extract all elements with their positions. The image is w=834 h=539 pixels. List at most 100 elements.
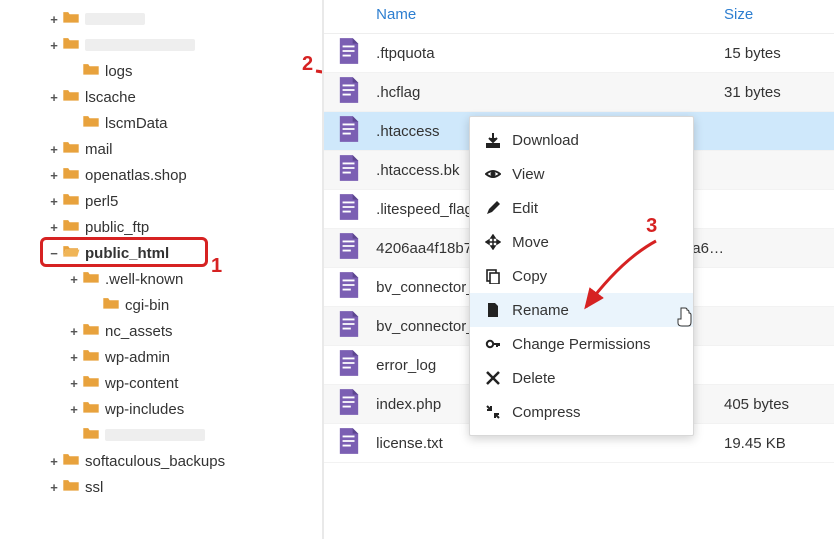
- file-icon: [324, 77, 376, 107]
- file-icon: [324, 350, 376, 380]
- context-menu-label: Move: [512, 234, 549, 251]
- tree-item-wp-includes[interactable]: + wp-includes: [10, 396, 322, 422]
- context-menu-label: View: [512, 166, 544, 183]
- tree-item-wp-admin[interactable]: + wp-admin: [10, 344, 322, 370]
- context-menu-compress[interactable]: Compress: [470, 395, 693, 429]
- context-menu-move[interactable]: Move: [470, 225, 693, 259]
- folder-icon: [82, 270, 105, 288]
- pencil-icon: [484, 199, 502, 217]
- file-name: .ftpquota: [376, 45, 724, 62]
- context-menu-download[interactable]: Download: [470, 123, 693, 157]
- redacted-folder: [85, 13, 145, 25]
- tree-toggle-icon[interactable]: +: [68, 402, 80, 417]
- context-menu-label: Compress: [512, 404, 580, 421]
- context-menu-label: Rename: [512, 302, 569, 319]
- column-size[interactable]: Size: [724, 0, 834, 33]
- file-list-panel: Name Size .ftpquota15 bytes.hcflag31 byt…: [322, 0, 834, 539]
- column-name[interactable]: Name: [324, 0, 724, 33]
- context-menu-edit[interactable]: Edit: [470, 191, 693, 225]
- tree-item-.well-known[interactable]: + .well-known: [10, 266, 322, 292]
- file-name: license.txt: [376, 435, 724, 452]
- tree-item-label: nc_assets: [105, 323, 173, 340]
- tree-item-cgi-bin[interactable]: cgi-bin: [10, 292, 322, 318]
- context-menu: Download View Edit Move Copy Rename Change Per…: [469, 116, 694, 436]
- folder-tree-panel: + + logs + lscache lscmData + mail + openatlas.sh…: [0, 0, 322, 539]
- tree-item-blank[interactable]: +: [10, 32, 322, 58]
- folder-icon: [82, 374, 105, 392]
- tree-toggle-icon[interactable]: +: [48, 220, 60, 235]
- file-row[interactable]: .hcflag31 bytes: [324, 73, 834, 112]
- file-icon: [324, 155, 376, 185]
- tree-toggle-icon[interactable]: +: [48, 454, 60, 469]
- context-menu-rename[interactable]: Rename: [470, 293, 693, 327]
- tree-toggle-icon[interactable]: +: [48, 480, 60, 495]
- file-icon: [324, 233, 376, 263]
- file-icon: [324, 272, 376, 302]
- tree-item-softaculous_backups[interactable]: + softaculous_backups: [10, 448, 322, 474]
- tree-toggle-icon[interactable]: +: [68, 350, 80, 365]
- tree-item-public_ftp[interactable]: +public_ftp: [10, 214, 322, 240]
- tree-item-lscmData[interactable]: lscmData: [10, 110, 322, 136]
- folder-icon: [62, 478, 85, 496]
- file-size: 405 bytes: [724, 396, 834, 413]
- tree-item-blank[interactable]: [10, 422, 322, 448]
- download-icon: [484, 131, 502, 149]
- tree-item-label: cgi-bin: [125, 297, 169, 314]
- context-menu-copy[interactable]: Copy: [470, 259, 693, 293]
- tree-item-nc_assets[interactable]: + nc_assets: [10, 318, 322, 344]
- tree-item-label: openatlas.shop: [85, 167, 187, 184]
- context-menu-delete[interactable]: Delete: [470, 361, 693, 395]
- tree-item-perl5[interactable]: +perl5: [10, 188, 322, 214]
- compress-icon: [484, 403, 502, 421]
- tree-item-label: wp-admin: [105, 349, 170, 366]
- tree-item-lscache[interactable]: + lscache: [10, 84, 322, 110]
- tree-item-public_html[interactable]: − public_html: [10, 240, 322, 266]
- file-icon: [324, 116, 376, 146]
- tree-item-label: ssl: [85, 479, 103, 496]
- file-size: 15 bytes: [724, 45, 834, 62]
- tree-toggle-icon[interactable]: +: [68, 376, 80, 391]
- tree-item-label: public_html: [85, 245, 169, 262]
- file-row[interactable]: .ftpquota15 bytes: [324, 34, 834, 73]
- folder-icon: [62, 140, 85, 158]
- folder-icon: [62, 10, 85, 28]
- tree-item-blank[interactable]: +: [10, 6, 322, 32]
- tree-item-ssl[interactable]: + ssl: [10, 474, 322, 500]
- tree-item-label: softaculous_backups: [85, 453, 225, 470]
- folder-icon: [82, 348, 105, 366]
- tree-toggle-icon[interactable]: +: [48, 194, 60, 209]
- folder-icon: [62, 88, 85, 106]
- tree-toggle-icon[interactable]: +: [48, 90, 60, 105]
- tree-item-wp-content[interactable]: +wp-content: [10, 370, 322, 396]
- file-size: 19.45 KB: [724, 435, 834, 452]
- context-menu-view[interactable]: View: [470, 157, 693, 191]
- tree-toggle-icon[interactable]: +: [48, 38, 60, 53]
- tree-item-label: lscache: [85, 89, 136, 106]
- tree-toggle-icon[interactable]: −: [48, 246, 60, 261]
- context-menu-label: Copy: [512, 268, 547, 285]
- tree-item-mail[interactable]: + mail: [10, 136, 322, 162]
- folder-icon: [62, 192, 85, 210]
- tree-toggle-icon[interactable]: +: [48, 168, 60, 183]
- context-menu-change-permissions[interactable]: Change Permissions: [470, 327, 693, 361]
- file-size: 31 bytes: [724, 84, 834, 101]
- file-name: .hcflag: [376, 84, 724, 101]
- tree-item-label: .well-known: [105, 271, 183, 288]
- redacted-folder: [85, 39, 195, 51]
- tree-toggle-icon[interactable]: +: [48, 142, 60, 157]
- eye-icon: [484, 165, 502, 183]
- folder-icon: [62, 166, 85, 184]
- context-menu-label: Change Permissions: [512, 336, 650, 353]
- tree-item-label: wp-includes: [105, 401, 184, 418]
- tree-item-label: mail: [85, 141, 113, 158]
- tree-toggle-icon[interactable]: +: [68, 324, 80, 339]
- move-icon: [484, 233, 502, 251]
- tree-item-logs[interactable]: logs: [10, 58, 322, 84]
- folder-icon: [82, 400, 105, 418]
- copy-icon: [484, 267, 502, 285]
- folder-icon: [82, 322, 105, 340]
- tree-toggle-icon[interactable]: +: [48, 12, 60, 27]
- tree-item-openatlas.shop[interactable]: + openatlas.shop: [10, 162, 322, 188]
- tree-toggle-icon[interactable]: +: [68, 272, 80, 287]
- tree-item-label: logs: [105, 63, 133, 80]
